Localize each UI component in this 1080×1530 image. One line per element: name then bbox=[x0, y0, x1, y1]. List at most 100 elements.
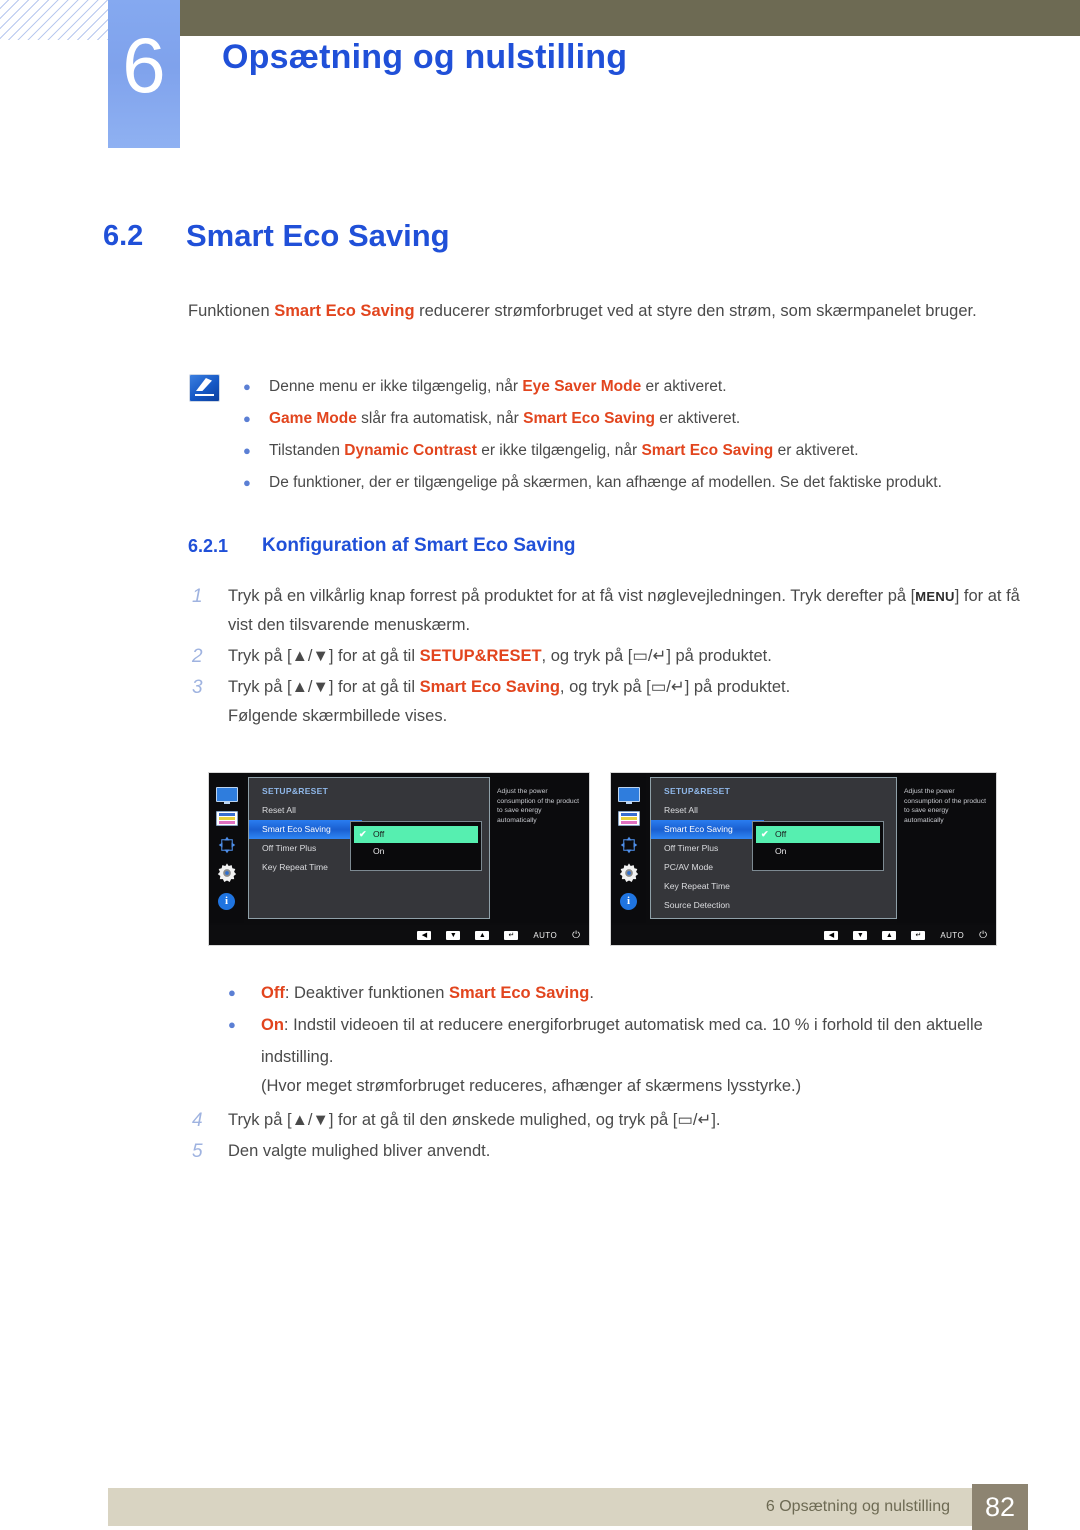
info-icon[interactable]: i bbox=[620, 892, 637, 910]
left-arrow-button[interactable]: ◀ bbox=[417, 930, 432, 940]
up-arrow-button[interactable]: ▲ bbox=[475, 930, 490, 940]
option-list: ● Off: Deaktiver funktionen Smart Eco Sa… bbox=[228, 977, 1018, 1073]
corner-hatch-decoration bbox=[0, 0, 108, 40]
step-pre: Tryk på en vilkårlig knap forrest på pro… bbox=[228, 587, 916, 605]
option-label-on: On bbox=[261, 1016, 284, 1034]
osd-item-smart-eco-saving[interactable]: Smart Eco Saving bbox=[651, 820, 764, 839]
note-pre: Denne menu er ikke tilgængelig, når bbox=[269, 378, 523, 395]
osd-option-off-label: Off bbox=[775, 829, 787, 839]
note-highlight: Dynamic Contrast bbox=[344, 442, 477, 459]
header-olive-bar bbox=[180, 0, 1080, 36]
menu-key-label: MENU bbox=[915, 589, 955, 604]
step-text: Tryk på [▲/▼] for at gå til SETUP&RESET,… bbox=[228, 642, 1020, 671]
step-text: Den valgte mulighed bliver anvendt. bbox=[228, 1142, 491, 1160]
osd-body: i SETUP&RESET Reset All Smart Eco Saving… bbox=[611, 773, 996, 923]
down-arrow-button[interactable]: ▼ bbox=[853, 930, 868, 940]
enter-button[interactable]: ↵ bbox=[504, 930, 519, 940]
osd-menu-panel-left: SETUP&RESET Reset All Smart Eco Saving O… bbox=[248, 777, 490, 919]
gear-svg bbox=[217, 863, 236, 882]
step-text: Tryk på [▲/▼] for at gå til Smart Eco Sa… bbox=[228, 673, 1020, 731]
step-pre: Tryk på [▲/▼] for at gå til bbox=[228, 678, 420, 696]
info-icon[interactable]: i bbox=[218, 892, 235, 910]
note-text: De funktioner, der er tilgængelige på sk… bbox=[269, 474, 942, 491]
bullet-icon: ● bbox=[243, 379, 251, 394]
intro-paragraph: Funktionen Smart Eco Saving reducerer st… bbox=[188, 296, 1000, 326]
osd-item-key-repeat-time[interactable]: Key Repeat Time bbox=[651, 877, 896, 896]
option-text: Off: Deaktiver funktionen Smart Eco Savi… bbox=[261, 977, 1018, 1009]
note-text: Game Mode slår fra automatisk, når Smart… bbox=[269, 403, 1023, 435]
step-highlight: SETUP&RESET bbox=[419, 647, 542, 665]
osd-icon-rail: i bbox=[611, 773, 646, 923]
note-pen-icon bbox=[189, 374, 220, 402]
option-mid: : Deaktiver funktionen bbox=[284, 984, 449, 1002]
osd-screenshot-left: i SETUP&RESET Reset All Smart Eco Saving… bbox=[208, 772, 590, 946]
power-icon[interactable]: ⏻ bbox=[572, 930, 580, 941]
step-list-continued: 4 Tryk på [▲/▼] for at gå til den ønsked… bbox=[190, 1106, 1020, 1168]
osd-item-source-detection[interactable]: Source Detection bbox=[651, 896, 896, 915]
step-item: 3 Tryk på [▲/▼] for at gå til Smart Eco … bbox=[190, 673, 1020, 731]
power-icon[interactable]: ⏻ bbox=[979, 930, 987, 941]
osd-submenu-left: ✔ Off On bbox=[350, 821, 482, 871]
option-highlight: Smart Eco Saving bbox=[449, 984, 590, 1002]
step-number: 4 bbox=[192, 1110, 203, 1131]
note-post: er aktiveret. bbox=[654, 410, 741, 427]
osd-description-right: Adjust the power consumption of the prod… bbox=[897, 773, 996, 923]
osd-item-reset-all[interactable]: Reset All bbox=[249, 801, 489, 820]
subsection-number: 6.2.1 bbox=[188, 536, 229, 556]
osd-button-bar-left: ◀ ▼ ▲ ↵ AUTO ⏻ bbox=[209, 925, 589, 945]
step-item: 4 Tryk på [▲/▼] for at gå til den ønsked… bbox=[190, 1106, 1020, 1135]
osd-option-on[interactable]: On bbox=[351, 843, 481, 860]
subsection-title: Konfiguration af Smart Eco Saving bbox=[262, 535, 576, 556]
option-text: On: Indstil videoen til at reducere ener… bbox=[261, 1009, 1018, 1073]
monitor-icon[interactable] bbox=[215, 786, 238, 804]
note-item: ● De funktioner, der er tilgængelige på … bbox=[243, 467, 1023, 499]
note-mid: er ikke tilgængelig, når bbox=[476, 442, 642, 459]
gear-icon[interactable] bbox=[619, 863, 639, 883]
note-item: ● Tilstanden Dynamic Contrast er ikke ti… bbox=[243, 435, 1023, 467]
option-post: . bbox=[589, 984, 594, 1002]
step-number: 2 bbox=[192, 646, 203, 667]
section-title: Smart Eco Saving bbox=[186, 218, 450, 253]
step-pre: Tryk på [▲/▼] for at gå til bbox=[228, 647, 420, 665]
osd-item-reset-all[interactable]: Reset All bbox=[651, 801, 896, 820]
section-number: 6.2 bbox=[103, 220, 144, 252]
step-post: , og tryk på [▭/↵] på produktet. bbox=[559, 678, 791, 696]
up-arrow-button[interactable]: ▲ bbox=[882, 930, 897, 940]
gear-svg bbox=[619, 863, 638, 882]
position-arrows-svg bbox=[620, 836, 637, 853]
step-highlight: Smart Eco Saving bbox=[419, 678, 560, 696]
down-arrow-button[interactable]: ▼ bbox=[446, 930, 461, 940]
osd-option-on[interactable]: On bbox=[753, 843, 883, 860]
position-arrows-icon[interactable] bbox=[618, 836, 640, 854]
note-highlight: Eye Saver Mode bbox=[522, 378, 642, 395]
monitor-icon[interactable] bbox=[617, 786, 640, 804]
color-bars-icon[interactable] bbox=[215, 811, 238, 826]
step-item: 2 Tryk på [▲/▼] for at gå til SETUP&RESE… bbox=[190, 642, 1020, 671]
color-bars-icon[interactable] bbox=[617, 811, 640, 826]
step-item: 1 Tryk på en vilkårlig knap forrest på p… bbox=[190, 582, 1020, 640]
note-item: ● Denne menu er ikke tilgængelig, når Ey… bbox=[243, 371, 1023, 403]
step-list: 1 Tryk på en vilkårlig knap forrest på p… bbox=[190, 582, 1020, 733]
step-item: 5 Den valgte mulighed bliver anvendt. bbox=[190, 1137, 1020, 1166]
enter-button[interactable]: ↵ bbox=[911, 930, 926, 940]
osd-icon-rail: i bbox=[209, 773, 244, 923]
intro-post: reducerer strømforbruget ved at styre de… bbox=[414, 302, 977, 320]
osd-screenshot-right: i SETUP&RESET Reset All Smart Eco Saving… bbox=[610, 772, 997, 946]
step-text: Tryk på [▲/▼] for at gå til den ønskede … bbox=[228, 1111, 721, 1129]
osd-option-off[interactable]: ✔ Off bbox=[756, 826, 880, 843]
note-post: er aktiveret. bbox=[773, 442, 859, 459]
osd-option-off[interactable]: ✔ Off bbox=[354, 826, 478, 843]
note-item: ● Game Mode slår fra automatisk, når Sma… bbox=[243, 403, 1023, 435]
position-arrows-icon[interactable] bbox=[216, 836, 238, 854]
left-arrow-button[interactable]: ◀ bbox=[824, 930, 839, 940]
check-icon: ✔ bbox=[761, 829, 769, 839]
auto-button[interactable]: AUTO bbox=[940, 931, 964, 940]
check-icon: ✔ bbox=[359, 829, 367, 839]
gear-icon[interactable] bbox=[217, 863, 237, 883]
osd-item-smart-eco-saving[interactable]: Smart Eco Saving bbox=[249, 820, 362, 839]
osd-menu-panel-right: SETUP&RESET Reset All Smart Eco Saving O… bbox=[650, 777, 897, 919]
option-label-off: Off bbox=[261, 984, 285, 1002]
auto-button[interactable]: AUTO bbox=[533, 931, 557, 940]
note-mid: slår fra automatisk, når bbox=[356, 410, 524, 427]
osd-menu-title: SETUP&RESET bbox=[262, 786, 329, 796]
